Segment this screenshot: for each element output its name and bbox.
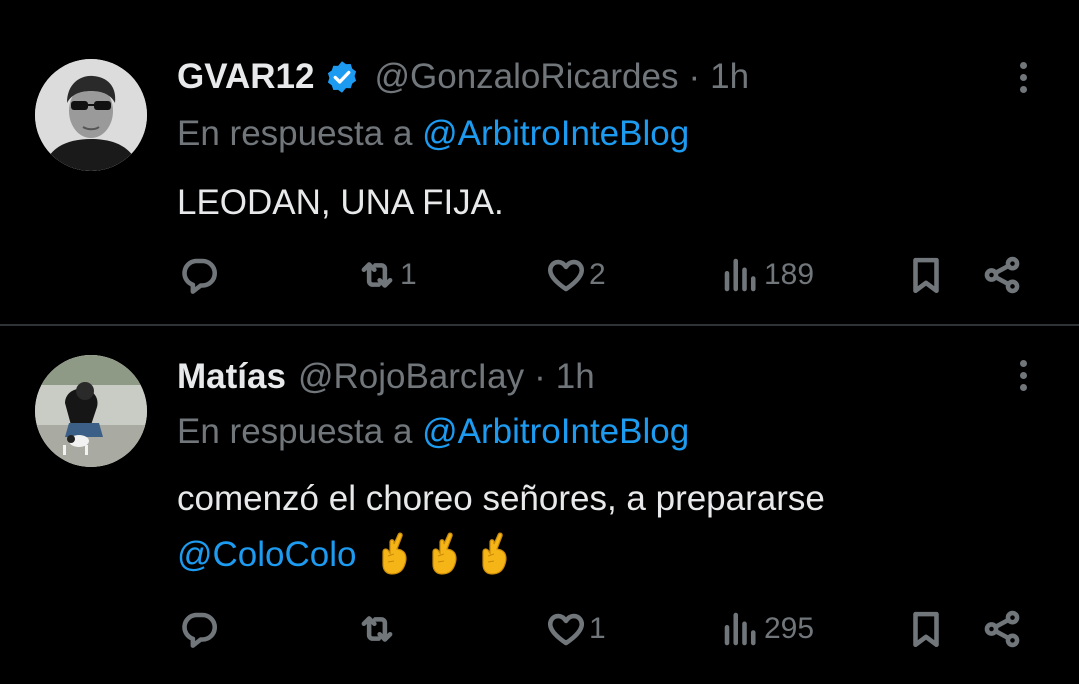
action-bar: 1 295: [0, 604, 1079, 654]
retweet-button[interactable]: [356, 604, 400, 654]
like-count: 1: [589, 612, 606, 645]
avatar[interactable]: [35, 59, 147, 171]
share-icon: [981, 254, 1023, 296]
retweet-button[interactable]: 1: [356, 250, 417, 300]
reply-context: En respuesta a @ArbitroInteBlog: [177, 114, 689, 154]
reply-icon: [178, 254, 220, 296]
user-handle[interactable]: @RojoBarcIay: [298, 357, 524, 397]
share-button[interactable]: [981, 250, 1023, 300]
verified-badge-icon[interactable]: [324, 59, 360, 95]
timestamp[interactable]: 1h: [556, 357, 595, 397]
avatar[interactable]: [35, 355, 147, 467]
tweet-text-line: @ColoColo: [177, 530, 825, 580]
reply-to-mention[interactable]: @ArbitroInteBlog: [422, 114, 689, 153]
separator: ·: [534, 357, 546, 396]
views-count: 295: [764, 612, 815, 645]
user-handle[interactable]: @GonzaloRicardes: [374, 57, 678, 97]
bookmark-icon: [905, 608, 947, 650]
reply-context: En respuesta a @ArbitroInteBlog: [177, 412, 689, 452]
reply-button[interactable]: [178, 604, 222, 654]
tweet[interactable]: Matías @RojoBarcIay · 1h En respuesta a …: [0, 326, 1079, 684]
reply-prefix: En respuesta a: [177, 114, 423, 153]
views-button[interactable]: 189: [720, 250, 814, 300]
share-button[interactable]: [981, 604, 1023, 654]
tweet-header: Matías @RojoBarcIay · 1h: [177, 354, 595, 400]
views-icon: [720, 254, 762, 296]
crossed-fingers-emoji-icon: [426, 532, 462, 576]
tweet-text-line: comenzó el choreo señores, a prepararse: [177, 479, 825, 518]
share-icon: [981, 608, 1023, 650]
more-icon[interactable]: [1011, 360, 1035, 396]
text-mention[interactable]: @ColoColo: [177, 535, 357, 574]
like-button[interactable]: 1: [545, 604, 606, 654]
like-count: 2: [589, 258, 606, 291]
action-bar: 1 2 189: [0, 250, 1079, 300]
tweet-header: GVAR12 @GonzaloRicardes · 1h: [177, 54, 749, 100]
timestamp[interactable]: 1h: [710, 57, 749, 97]
crossed-fingers-emoji-icon: [376, 532, 412, 576]
reply-icon: [178, 608, 220, 650]
crossed-fingers-emoji-icon: [476, 532, 512, 576]
display-name[interactable]: GVAR12: [177, 57, 314, 97]
reply-button[interactable]: [178, 250, 222, 300]
views-icon: [720, 608, 762, 650]
like-icon: [545, 608, 587, 650]
retweet-icon: [356, 608, 398, 650]
reply-prefix: En respuesta a: [177, 412, 423, 451]
tweet-text: LEODAN, UNA FIJA.: [177, 183, 504, 222]
views-button[interactable]: 295: [720, 604, 814, 654]
tweet-text: comenzó el choreo señores, a prepararse …: [177, 474, 825, 580]
bookmark-icon: [905, 254, 947, 296]
bookmark-button[interactable]: [905, 250, 947, 300]
like-icon: [545, 254, 587, 296]
bookmark-button[interactable]: [905, 604, 947, 654]
display-name[interactable]: Matías: [177, 357, 286, 397]
views-count: 189: [764, 258, 815, 291]
like-button[interactable]: 2: [545, 250, 606, 300]
retweet-icon: [356, 254, 398, 296]
separator: ·: [688, 57, 701, 96]
retweet-count: 1: [400, 258, 417, 291]
reply-to-mention[interactable]: @ArbitroInteBlog: [422, 412, 689, 451]
tweet[interactable]: GVAR12 @GonzaloRicardes · 1h En respuest…: [0, 0, 1079, 325]
more-icon[interactable]: [1011, 62, 1035, 98]
